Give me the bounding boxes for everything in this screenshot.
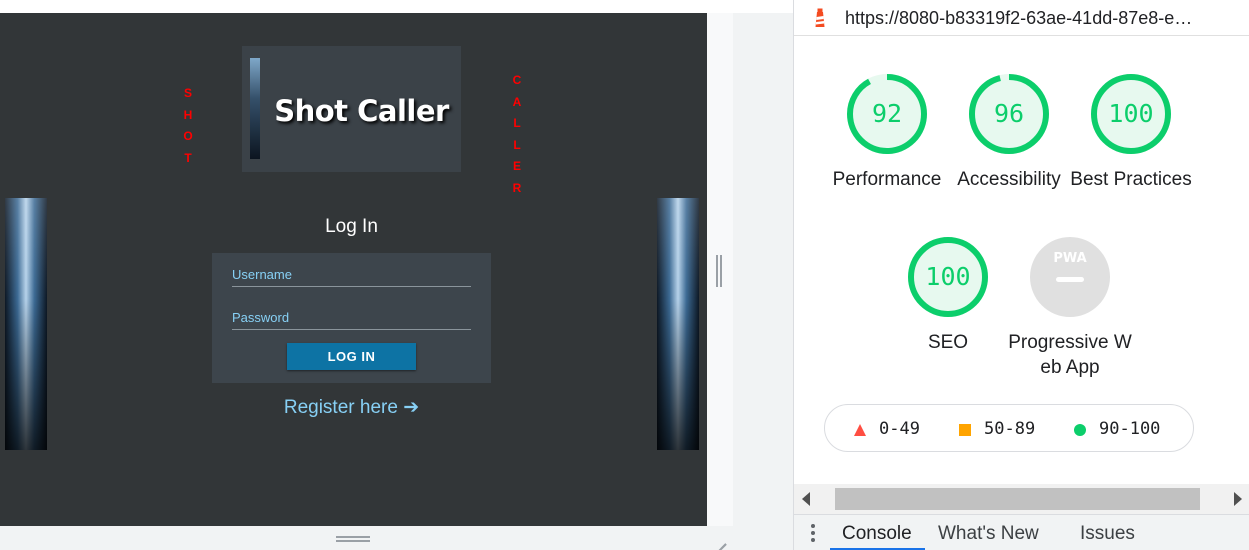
devtools-panel: https://8080-b83319f2-63ae-41dd-87e8-e… … <box>793 0 1249 550</box>
tab-whats-new[interactable]: What's New <box>938 523 1039 545</box>
logo-title: Shot Caller <box>274 94 449 128</box>
legend-range: 50-89 <box>984 419 1036 439</box>
register-link-text: Register here <box>283 397 398 418</box>
vertical-word-caller: C A L L E R <box>512 73 522 195</box>
lighthouse-icon <box>815 8 825 27</box>
logo-banner: Shot Caller <box>242 46 461 172</box>
triangle-icon <box>854 424 866 436</box>
more-menu-icon[interactable] <box>811 524 815 542</box>
gauge-label-performance: Performance <box>832 169 942 190</box>
screen: S H O T C A L L E R Shot Caller Log In U… <box>0 0 1249 550</box>
scrollbar-thumb[interactable] <box>835 488 1200 510</box>
pwa-badge-icon: PWA <box>1030 237 1110 317</box>
left-decorative-image <box>5 198 47 450</box>
password-input[interactable] <box>232 310 471 325</box>
gauge-label-seo: SEO <box>927 332 969 353</box>
password-field[interactable] <box>232 308 471 330</box>
drawer-tab-bar: Console What's New Issues <box>794 514 1249 550</box>
username-field[interactable] <box>232 265 471 287</box>
arrow-right-icon: ➔ <box>403 397 420 418</box>
gauge-score: 92 <box>871 99 903 128</box>
horizontal-resize-handle[interactable] <box>336 536 370 542</box>
circle-icon <box>1074 424 1086 436</box>
gauge-score: 100 <box>1108 99 1154 128</box>
device-viewport: S H O T C A L L E R Shot Caller Log In U… <box>0 0 793 550</box>
gauge-pwa[interactable]: PWA <box>1028 235 1112 319</box>
gauge-label-accessibility: Accessibility <box>957 169 1061 190</box>
login-form: LOG IN <box>212 253 491 383</box>
legend-range: 90-100 <box>1099 419 1161 439</box>
gauge-score: 96 <box>993 99 1025 128</box>
tab-console[interactable]: Console <box>842 523 912 545</box>
login-heading: Log In <box>325 216 378 237</box>
login-button[interactable]: LOG IN <box>287 343 416 370</box>
gauge-score: 100 <box>925 262 971 291</box>
scroll-left-icon[interactable] <box>802 492 810 506</box>
username-input[interactable] <box>232 267 471 282</box>
score-legend: 0-49 50-89 90-100 <box>824 404 1194 452</box>
legend-range: 0-49 <box>879 419 920 439</box>
scroll-right-icon[interactable] <box>1234 492 1242 506</box>
gauge-label-best-practices: Best Practices <box>1070 169 1192 190</box>
corner-resize-icon[interactable] <box>712 532 728 548</box>
tab-issues[interactable]: Issues <box>1080 523 1135 545</box>
gauge-label-pwa: Progressive Web App <box>1008 332 1132 378</box>
vertical-resize-handle[interactable] <box>716 255 722 287</box>
gauge-accessibility[interactable]: 96 <box>967 72 1051 156</box>
right-decorative-image <box>657 198 699 450</box>
pwa-badge-text: PWA <box>1053 251 1086 266</box>
report-url-bar: https://8080-b83319f2-63ae-41dd-87e8-e… <box>794 0 1249 36</box>
viewport-top-strip <box>0 0 793 13</box>
gauge-seo[interactable]: 100 <box>906 235 990 319</box>
vertical-word-shot: S H O T <box>183 86 193 165</box>
gauge-best-practices[interactable]: 100 <box>1089 72 1173 156</box>
shot-caller-app: S H O T C A L L E R Shot Caller Log In U… <box>0 13 707 526</box>
gauge-performance[interactable]: 92 <box>845 72 929 156</box>
report-url: https://8080-b83319f2-63ae-41dd-87e8-e… <box>845 8 1193 28</box>
horizontal-scrollbar[interactable] <box>794 484 1249 514</box>
square-icon <box>959 424 971 436</box>
register-link[interactable]: Register here ➔ <box>212 396 491 419</box>
